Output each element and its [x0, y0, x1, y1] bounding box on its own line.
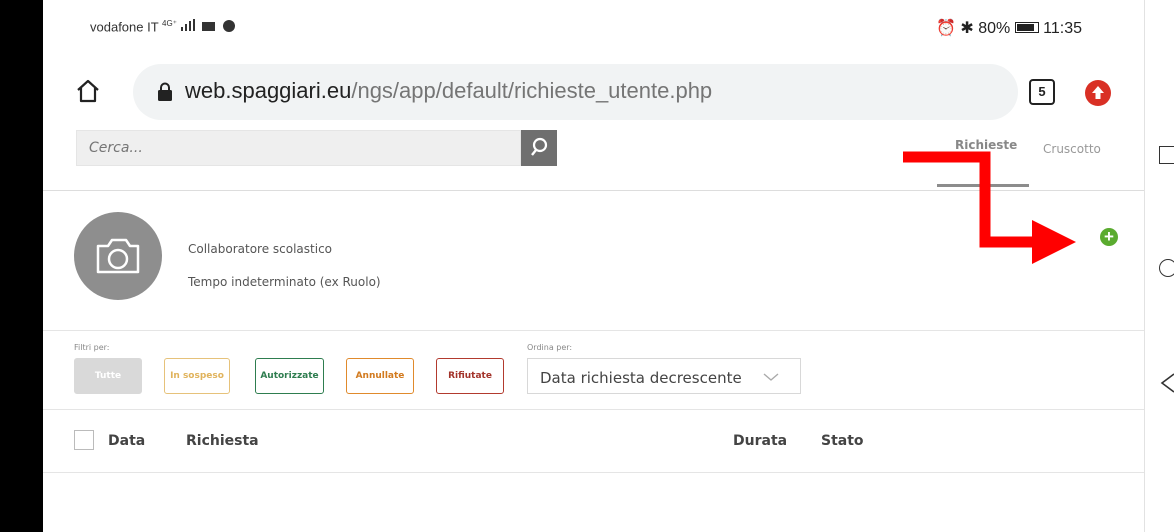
home-icon[interactable] — [75, 78, 101, 109]
address-bar[interactable]: web.spaggiari.eu/ngs/app/default/richies… — [133, 64, 1018, 120]
filters-label: Filtri per: — [74, 343, 110, 352]
active-tab-indicator — [937, 184, 1029, 187]
url-path: /ngs/app/default/richieste_utente.php — [351, 78, 713, 103]
profile-contract: Tempo indeterminato (ex Ruolo) — [188, 275, 381, 289]
home-nav-icon[interactable] — [1159, 259, 1174, 277]
carrier-name: vodafone IT — [90, 19, 159, 35]
select-all-checkbox[interactable] — [74, 430, 94, 450]
left-edge-bar — [0, 0, 43, 532]
battery-icon — [1014, 22, 1039, 33]
column-header-data[interactable]: Data — [108, 433, 145, 449]
signal-icon — [180, 19, 195, 34]
filter-autorizzate-button[interactable]: Autorizzate — [255, 358, 324, 394]
app-content: Richieste Cruscotto Collaboratore scolas… — [43, 128, 1144, 532]
filter-rifiutate-button[interactable]: Rifiutate — [436, 358, 504, 394]
filter-tutte-button[interactable]: Tutte — [74, 358, 142, 394]
back-icon[interactable] — [1159, 372, 1174, 399]
order-selected-value: Data richiesta decrescente — [540, 369, 742, 387]
tab-richieste[interactable]: Richieste — [955, 138, 1017, 152]
network-type: 4G⁺ — [162, 19, 177, 28]
column-header-stato[interactable]: Stato — [821, 433, 864, 449]
column-header-richiesta[interactable]: Richiesta — [186, 433, 259, 449]
divider — [43, 409, 1144, 410]
recent-apps-icon[interactable] — [1159, 146, 1174, 164]
system-navigation-bar — [1144, 0, 1174, 532]
filter-annullate-button[interactable]: Annullate — [346, 358, 414, 394]
facebook-icon — [222, 20, 235, 33]
avatar — [74, 212, 162, 300]
alarm-icon: ⏰ — [936, 20, 956, 37]
tab-cruscotto[interactable]: Cruscotto — [1043, 142, 1101, 156]
divider — [43, 472, 1144, 473]
url-domain: web.spaggiari.eu — [185, 78, 352, 103]
profile-role: Collaboratore scolastico — [188, 242, 333, 256]
column-header-durata[interactable]: Durata — [733, 433, 787, 449]
battery-percent: 80% — [978, 20, 1011, 37]
order-label: Ordina per: — [527, 343, 573, 352]
status-bar: vodafone IT 4G⁺ ⏰ ✱ 80% 11:35 — [43, 0, 1144, 60]
chevron-down-icon — [761, 367, 781, 392]
search-input[interactable] — [87, 139, 491, 157]
camera-icon — [96, 238, 140, 274]
browser-toolbar: web.spaggiari.eu/ngs/app/default/richies… — [43, 60, 1144, 128]
search-box[interactable] — [76, 130, 521, 166]
tabs-icon[interactable]: 5 — [1029, 79, 1055, 105]
mail-icon — [202, 22, 216, 32]
divider — [43, 330, 1144, 331]
search-button[interactable] — [521, 130, 557, 166]
order-select[interactable]: Data richiesta decrescente — [527, 358, 801, 394]
extension-icon[interactable] — [1085, 80, 1111, 106]
add-request-button[interactable]: + — [1100, 228, 1118, 246]
filter-in-sospeso-button[interactable]: In sospeso — [164, 358, 230, 394]
divider — [43, 190, 1144, 191]
search-icon — [531, 137, 548, 156]
add-icon: + — [1104, 227, 1114, 246]
clock: 11:35 — [1043, 20, 1083, 37]
lock-icon — [157, 82, 173, 107]
bluetooth-icon: ✱ — [960, 20, 974, 37]
url-text: web.spaggiari.eu/ngs/app/default/richies… — [185, 78, 712, 104]
